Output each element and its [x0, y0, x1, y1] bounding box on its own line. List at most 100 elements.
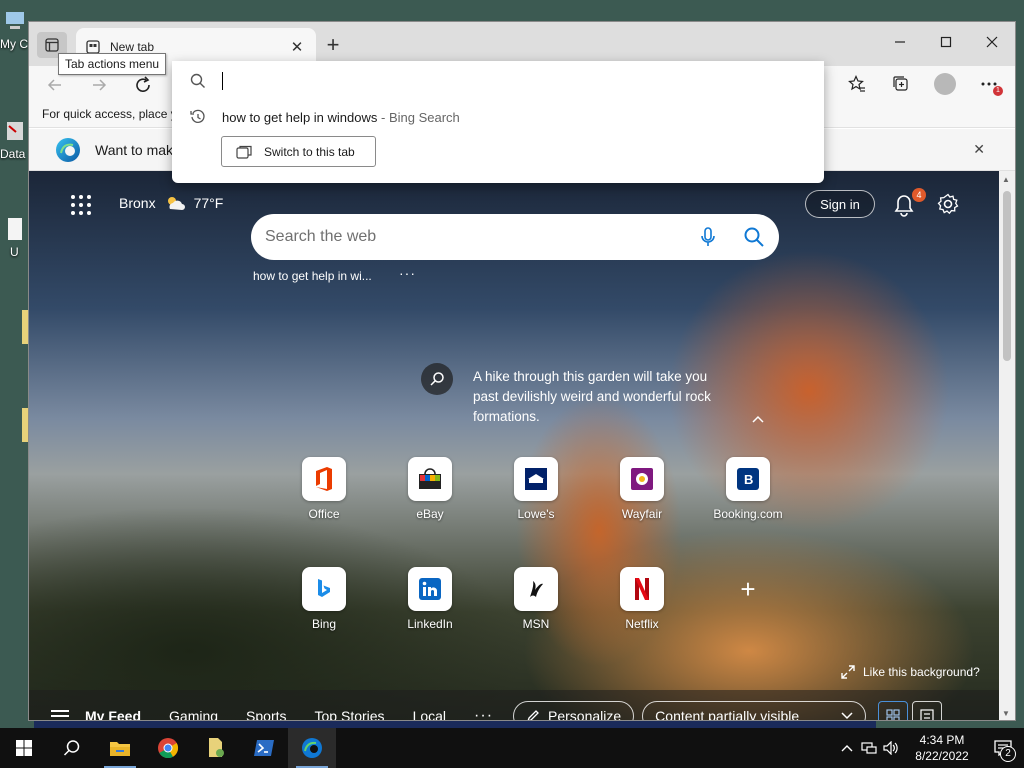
taskbar-search-button[interactable]: [48, 728, 96, 768]
suggestion-source: - Bing Search: [381, 109, 460, 125]
scroll-up-arrow-icon[interactable]: ▲: [1002, 175, 1010, 184]
scrollbar-thumb[interactable]: [1003, 191, 1011, 361]
network-icon[interactable]: [858, 741, 880, 755]
collapse-caret-icon[interactable]: [751, 411, 765, 427]
tab-my-feed[interactable]: My Feed: [85, 708, 141, 720]
volume-icon[interactable]: [880, 741, 902, 755]
suggestion-text: how to get help in windows: [222, 109, 378, 125]
close-window-button[interactable]: [969, 22, 1015, 62]
minimize-button[interactable]: [877, 22, 923, 62]
quick-link-label: Bing: [311, 617, 337, 631]
horizontal-scroll-track: [34, 721, 876, 728]
pencil-icon: [527, 710, 539, 720]
recent-search-chip[interactable]: how to get help in wi...: [253, 269, 372, 283]
search-icon[interactable]: [743, 226, 765, 248]
scroll-down-arrow-icon[interactable]: ▼: [1002, 709, 1010, 718]
feed-navigation-bar: My Feed Gaming Sports Top Stories Local …: [29, 690, 1001, 720]
desktop-icon-label: My C: [0, 37, 28, 51]
gear-icon[interactable]: [937, 193, 959, 215]
grid-view-icon: [886, 709, 900, 720]
msn-icon: [530, 581, 543, 597]
history-clock-icon: [190, 109, 205, 123]
page-scrollbar[interactable]: ▲ ▼: [999, 171, 1015, 720]
back-button[interactable]: [41, 72, 69, 98]
expand-icon: [841, 665, 855, 679]
taskbar-notepad-files[interactable]: [192, 728, 240, 768]
list-view-button[interactable]: [912, 701, 943, 720]
clock-date: 8/22/2022: [915, 749, 969, 763]
web-search-box[interactable]: Search the web: [251, 214, 779, 260]
edge-logo-icon: [56, 137, 80, 162]
profile-button[interactable]: [931, 70, 959, 98]
image-info-button[interactable]: [421, 363, 453, 395]
booking-icon: B: [737, 468, 759, 490]
quick-link-lowes[interactable]: Lowe's: [483, 457, 589, 521]
quick-links-grid: Office eBay Lowe's Wayfair B Booking.com…: [271, 457, 801, 631]
quick-link-netflix[interactable]: Netflix: [589, 567, 695, 631]
switch-to-tab-button[interactable]: Switch to this tab: [221, 136, 376, 167]
switch-tab-icon: [236, 145, 252, 159]
sign-in-button[interactable]: Sign in: [805, 190, 875, 218]
taskbar-powershell[interactable]: [240, 728, 288, 768]
tab-gaming[interactable]: Gaming: [169, 708, 218, 720]
taskbar-edge[interactable]: [288, 728, 336, 768]
quick-link-ebay[interactable]: eBay: [377, 457, 483, 521]
taskbar-file-explorer[interactable]: [96, 728, 144, 768]
tab-top-stories[interactable]: Top Stories: [315, 708, 385, 720]
taskbar-chrome[interactable]: [144, 728, 192, 768]
computer-icon: [6, 12, 24, 29]
quick-link-label: MSN: [522, 617, 550, 631]
info-bar-close-button[interactable]: ✕: [973, 141, 985, 158]
quick-link-linkedin[interactable]: LinkedIn: [377, 567, 483, 631]
collections-button[interactable]: [887, 70, 915, 98]
tab-actions-icon: [45, 38, 59, 52]
quick-link-bing[interactable]: Bing: [271, 567, 377, 631]
quick-link-booking[interactable]: B Booking.com: [695, 457, 801, 521]
feed-more-button[interactable]: ···: [474, 707, 493, 720]
tray-overflow-icon[interactable]: [836, 744, 858, 752]
weather-widget[interactable]: Bronx 77°F: [119, 195, 223, 211]
microphone-icon[interactable]: [697, 226, 719, 248]
desktop-icon-my-computer[interactable]: My C: [0, 8, 28, 51]
hamburger-menu-icon[interactable]: [51, 710, 69, 720]
ebay-icon: [419, 468, 441, 489]
notification-badge: 4: [912, 188, 926, 202]
tab-local[interactable]: Local: [413, 708, 446, 720]
history-suggestion[interactable]: how to get help in windows - Bing Search: [190, 109, 460, 125]
tab-sports[interactable]: Sports: [246, 708, 286, 720]
quick-link-label: Netflix: [625, 617, 659, 631]
like-background-label: Like this background?: [863, 665, 980, 679]
settings-and-more-button[interactable]: 1: [975, 70, 1003, 98]
grid-view-button[interactable]: [878, 701, 909, 720]
add-quick-link[interactable]: +: [695, 567, 801, 631]
web-search-input[interactable]: Search the web: [265, 228, 697, 246]
folder-icon: [110, 742, 130, 756]
refresh-button[interactable]: [129, 72, 157, 98]
forward-button[interactable]: [85, 72, 113, 98]
recent-search-more-button[interactable]: ···: [399, 265, 416, 281]
like-background-link[interactable]: Like this background?: [841, 665, 980, 679]
quick-link-msn[interactable]: MSN: [483, 567, 589, 631]
apps-launcher-icon[interactable]: [71, 195, 91, 215]
content-visibility-select[interactable]: Content partially visible: [642, 701, 867, 720]
favorites-bar-hint: For quick access, place y: [42, 107, 177, 121]
action-center-button[interactable]: 2: [982, 740, 1024, 762]
tab-close-button[interactable]: ✕: [288, 38, 306, 56]
taskbar-clock[interactable]: 4:34 PM 8/22/2022: [902, 732, 982, 764]
desktop-icon-data[interactable]: Data: [0, 118, 28, 161]
start-button[interactable]: [0, 728, 48, 768]
favorites-button[interactable]: [843, 70, 871, 98]
background-caption[interactable]: A hike through this garden will take you…: [473, 367, 735, 427]
quick-link-office[interactable]: Office: [271, 457, 377, 521]
star-list-icon: [848, 75, 865, 92]
personalize-button[interactable]: Personalize: [513, 701, 635, 720]
address-bar-input[interactable]: [190, 72, 239, 90]
quick-link-wayfair[interactable]: Wayfair: [589, 457, 695, 521]
desktop-icon-u[interactable]: U: [0, 216, 28, 259]
quick-link-label: LinkedIn: [407, 617, 453, 631]
weather-temperature: 77°F: [193, 195, 224, 211]
desktop-icon-label: Data: [0, 147, 26, 161]
powershell-icon: [254, 740, 274, 756]
maximize-button[interactable]: [923, 22, 969, 62]
new-tab-button[interactable]: +: [321, 34, 345, 58]
